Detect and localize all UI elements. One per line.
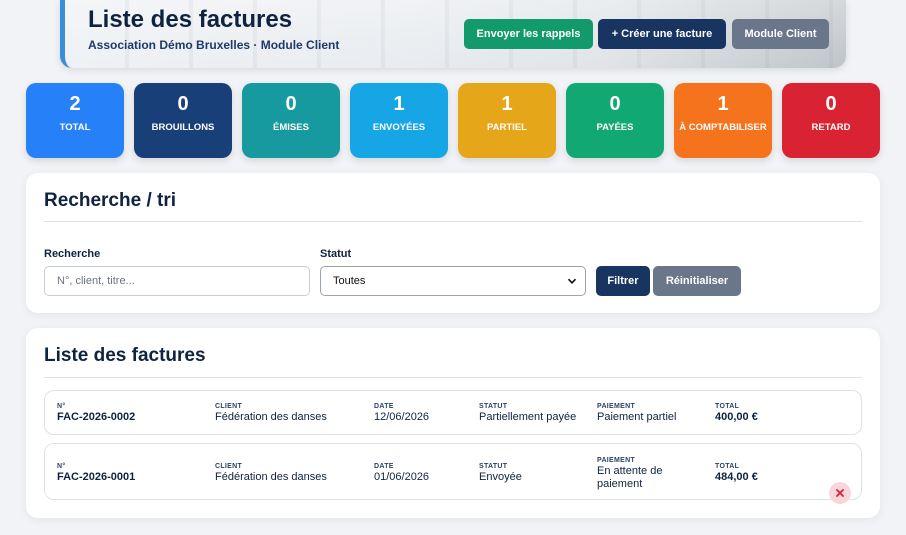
column-label: PAIEMENT: [597, 457, 636, 464]
search-input[interactable]: [44, 266, 310, 296]
invoice-total: 484,00 €: [715, 471, 758, 483]
column-label: STATUT: [479, 403, 508, 410]
invoice-number: FAC-2026-0001: [57, 471, 136, 483]
invoice-row[interactable]: N° FAC-2026-0001 CLIENT Fédération des d…: [44, 443, 862, 500]
stat-card-partial[interactable]: 1 PARTIEL: [458, 83, 556, 158]
client-module-button[interactable]: Module Client: [732, 19, 829, 49]
invoice-status: Partiellement payée: [479, 411, 577, 423]
stat-label: TOTAL: [59, 122, 91, 133]
stat-label: À COMPTABILISER: [679, 122, 767, 133]
divider: [44, 221, 862, 222]
payment-status: En attente de paiement: [597, 465, 663, 490]
invoice-row[interactable]: N° FAC-2026-0002 CLIENT Fédération des d…: [44, 390, 862, 435]
status-select[interactable]: Toutes: [320, 266, 586, 296]
stat-label: RETARD: [811, 122, 851, 133]
column-label: PAIEMENT: [597, 403, 636, 410]
payment-cell: PAIEMENT Paiement partiel: [597, 403, 707, 424]
stat-card-to-account[interactable]: 1 À COMPTABILISER: [674, 83, 772, 158]
payment-status: Paiement partiel: [597, 411, 677, 423]
stat-card-overdue[interactable]: 0 RETARD: [782, 83, 880, 158]
status-select-value: Toutes: [333, 275, 366, 287]
delete-button[interactable]: [829, 482, 851, 504]
payment-cell: PAIEMENT En attente de paiement: [597, 457, 677, 491]
status-cell: STATUT Partiellement payée: [479, 403, 576, 424]
stat-card-paid[interactable]: 0 PAYÉES: [566, 83, 664, 158]
create-invoice-button[interactable]: + Créer une facture: [598, 19, 726, 49]
total-cell: TOTAL 400,00 €: [715, 403, 758, 424]
column-label: STATUT: [479, 463, 508, 470]
status-label: Statut: [320, 248, 352, 260]
invoice-list-panel: Liste des factures N° FAC-2026-0002 CLIE…: [26, 328, 880, 518]
stat-card-drafts[interactable]: 0 BROUILLONS: [134, 83, 232, 158]
search-panel: Recherche / tri Recherche Statut Toutes …: [26, 173, 880, 313]
client-name: Fédération des danses: [215, 411, 327, 423]
stat-card-sent[interactable]: 1 ENVOYÉES: [350, 83, 448, 158]
search-label: Recherche: [44, 248, 101, 260]
chevron-down-icon: [567, 278, 577, 284]
invoice-status: Envoyée: [479, 471, 522, 483]
send-reminders-button[interactable]: Envoyer les rappels: [464, 19, 593, 49]
invoice-total: 400,00 €: [715, 411, 758, 423]
filter-button[interactable]: Filtrer: [596, 266, 650, 296]
column-label: TOTAL: [715, 463, 740, 470]
stat-card-issued[interactable]: 0 ÉMISES: [242, 83, 340, 158]
stat-value: 0: [177, 93, 189, 115]
stat-label: ÉMISES: [273, 122, 309, 133]
invoice-list-title: Liste des factures: [44, 345, 206, 366]
invoice-date: 01/06/2026: [374, 471, 430, 483]
stat-value: 1: [501, 93, 513, 115]
invoice-number-cell: N° FAC-2026-0002: [57, 403, 135, 424]
page-title: Liste des factures: [88, 6, 293, 33]
total-cell: TOTAL 484,00 €: [715, 463, 758, 484]
stat-value: 2: [69, 93, 81, 115]
stat-value: 0: [609, 93, 621, 115]
date-cell: DATE 12/06/2026: [374, 403, 429, 424]
invoice-date: 12/06/2026: [374, 411, 430, 423]
column-label: N°: [57, 463, 66, 470]
stat-label: ENVOYÉES: [372, 122, 426, 133]
column-label: DATE: [374, 403, 394, 410]
client-name: Fédération des danses: [215, 471, 327, 483]
invoice-number: FAC-2026-0002: [57, 411, 136, 423]
search-panel-title: Recherche / tri: [44, 190, 176, 211]
stat-label: PARTIEL: [487, 122, 527, 133]
column-label: CLIENT: [215, 403, 243, 410]
stat-value: 0: [825, 93, 837, 115]
date-cell: DATE 01/06/2026: [374, 463, 429, 484]
page-header: Liste des factures Association Démo Brux…: [60, 0, 846, 68]
stat-value: 0: [285, 93, 297, 115]
stat-value: 1: [717, 93, 729, 115]
stat-card-total[interactable]: 2 TOTAL: [26, 83, 124, 158]
client-cell: CLIENT Fédération des danses: [215, 463, 327, 484]
page-subtitle: Association Démo Bruxelles · Module Clie…: [88, 38, 340, 52]
column-label: CLIENT: [215, 463, 243, 470]
reset-button[interactable]: Réinitialiser: [653, 266, 741, 296]
stat-label: BROUILLONS: [151, 122, 215, 133]
stat-label: PAYÉES: [596, 122, 634, 133]
client-cell: CLIENT Fédération des danses: [215, 403, 327, 424]
invoice-number-cell: N° FAC-2026-0001: [57, 463, 135, 484]
close-icon: [836, 489, 844, 497]
column-label: TOTAL: [715, 403, 740, 410]
stat-value: 1: [393, 93, 405, 115]
divider: [44, 377, 862, 378]
column-label: DATE: [374, 463, 394, 470]
status-cell: STATUT Envoyée: [479, 463, 522, 484]
column-label: N°: [57, 403, 66, 410]
